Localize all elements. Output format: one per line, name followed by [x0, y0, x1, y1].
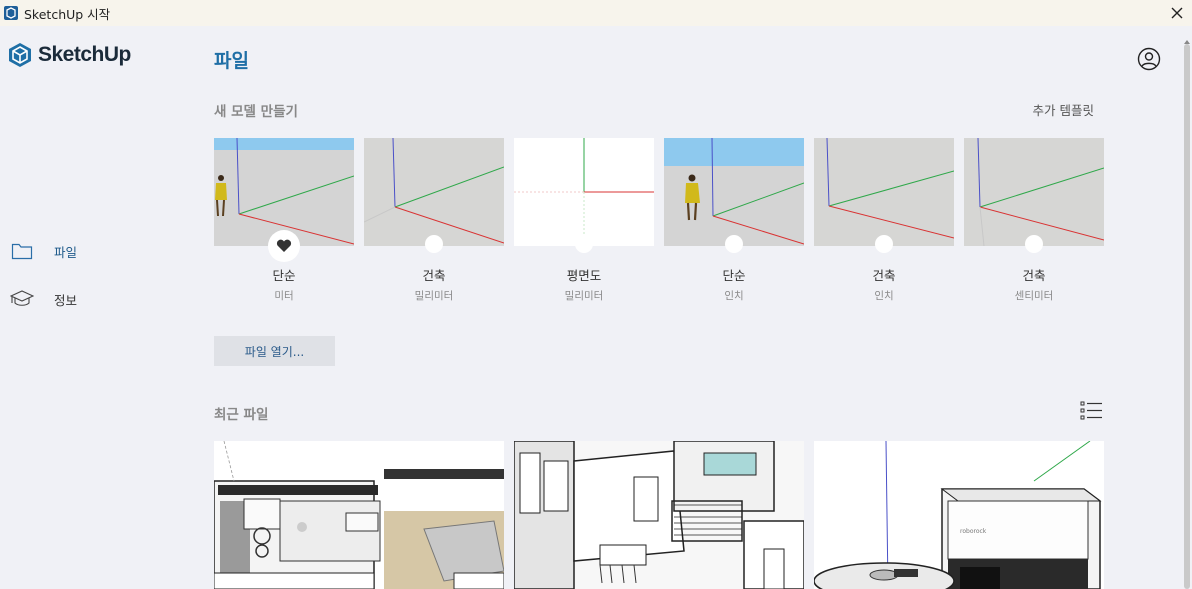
favorite-pin[interactable]: [875, 235, 893, 253]
sketchup-app-icon: [4, 6, 18, 20]
template-card[interactable]: 단순 미터: [214, 138, 354, 308]
template-name: 단순: [722, 268, 746, 283]
template-thumbnail: [514, 138, 654, 246]
list-view-icon[interactable]: [1080, 400, 1104, 422]
template-name: 평면도: [566, 268, 602, 283]
recent-file-thumbnail: [514, 441, 804, 589]
recent-file-card[interactable]: [514, 441, 804, 589]
account-button[interactable]: [1137, 47, 1161, 71]
user-icon: [1137, 47, 1161, 71]
svg-text:roborock: roborock: [960, 528, 987, 535]
template-name: 단순: [272, 268, 296, 283]
template-unit: 미터: [274, 290, 294, 302]
template-unit: 센티미터: [1014, 290, 1054, 302]
close-button[interactable]: [1166, 2, 1188, 24]
sidebar: SketchUp 파일 정보: [0, 26, 190, 589]
sidebar-item-label: 파일: [54, 244, 78, 260]
recent-file-card[interactable]: roborock: [814, 441, 1104, 589]
recent-file-card[interactable]: [214, 441, 504, 589]
open-file-button[interactable]: 파일 열기...: [214, 336, 335, 366]
template-card[interactable]: 건축 센티미터: [964, 138, 1104, 308]
recent-files-heading: 최근 파일: [214, 407, 269, 423]
new-model-heading: 새 모델 만들기: [214, 104, 298, 120]
window-title: SketchUp 시작: [24, 6, 111, 22]
sketchup-logo: SketchUp: [8, 42, 131, 68]
template-name: 건축: [872, 268, 896, 283]
template-card[interactable]: 건축 인치: [814, 138, 954, 308]
favorite-pin[interactable]: [725, 235, 743, 253]
template-thumbnail: [664, 138, 804, 246]
template-card[interactable]: 건축 밀리미터: [364, 138, 504, 308]
favorite-pin[interactable]: [425, 235, 443, 253]
recent-file-thumbnail: [214, 441, 504, 589]
template-thumbnail: [964, 138, 1104, 246]
template-unit: 인치: [874, 290, 894, 302]
page-title: 파일: [214, 50, 249, 72]
recent-file-thumbnail: roborock: [814, 441, 1104, 589]
template-card[interactable]: 단순 인치: [664, 138, 804, 308]
scrollbar-thumb[interactable]: [1184, 44, 1190, 589]
favorite-pin[interactable]: [268, 230, 300, 262]
heart-icon: [276, 239, 292, 252]
template-list: 단순 미터 건축 밀리미터 평면도 밀리미터 단순 인치 건축 인치 건축 센티…: [214, 138, 1104, 308]
title-bar: SketchUp 시작: [0, 0, 1192, 26]
more-templates-link[interactable]: 추가 템플릿: [1033, 100, 1094, 119]
sidebar-item-files[interactable]: 파일: [10, 240, 77, 262]
template-unit: 밀리미터: [564, 290, 604, 302]
template-unit: 밀리미터: [414, 290, 454, 302]
sidebar-item-label: 정보: [54, 292, 78, 308]
scroll-up-arrow[interactable]: [1183, 31, 1191, 44]
favorite-pin[interactable]: [1025, 235, 1043, 253]
favorite-pin[interactable]: [575, 235, 593, 253]
sidebar-item-info[interactable]: 정보: [10, 288, 77, 310]
template-card[interactable]: 평면도 밀리미터: [514, 138, 654, 308]
main-content: 파일 새 모델 만들기 추가 템플릿 단순 미터 건축 밀리미터 평면도 밀리미…: [214, 26, 1104, 589]
template-unit: 인치: [724, 290, 744, 302]
sketchup-logo-icon: [9, 43, 31, 67]
graduation-cap-icon: [10, 288, 34, 310]
template-thumbnail: [364, 138, 504, 246]
brand-name: SketchUp: [38, 43, 131, 66]
template-name: 건축: [1022, 268, 1046, 283]
template-name: 건축: [422, 268, 446, 283]
template-thumbnail: [814, 138, 954, 246]
folder-icon: [10, 240, 34, 262]
close-icon: [1171, 7, 1183, 19]
